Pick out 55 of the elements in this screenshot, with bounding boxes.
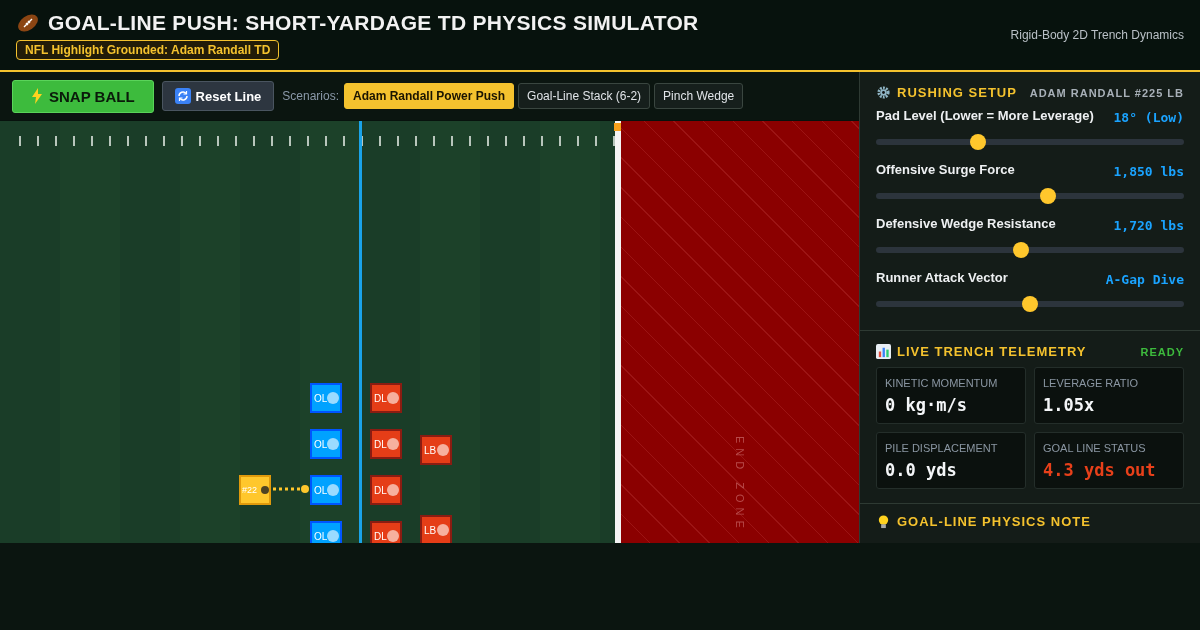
linebacker[interactable]: LB [420,515,452,543]
status-label: READY [1140,345,1184,358]
player-tag: ADAM RANDALL #225 LB [1029,86,1184,99]
defensive-lineman[interactable]: DL [370,475,402,505]
section-title: LIVE TRENCH TELEMETRY [897,344,1087,359]
scenario-button[interactable]: Adam Randall Power Push [344,83,515,109]
defensive-lineman[interactable]: DL [370,383,402,413]
metric-value: 4.3 yds out [1043,460,1157,480]
slider[interactable] [876,188,1184,204]
reset-line-button[interactable]: Reset Line [161,81,275,111]
end-zone-label: END ZONE [734,436,746,533]
section-title: GOAL-LINE PHYSICS NOTE [897,514,1091,529]
refresh-icon [174,88,191,104]
offensive-lineman[interactable]: OL [310,475,342,505]
metric-label: GOAL LINE STATUS [1043,442,1147,454]
bar-chart-icon [876,344,891,359]
run-path [273,485,309,493]
slider-reading: A-Gap Dive [1105,272,1184,287]
slider-thumb[interactable] [1022,296,1038,312]
metric-value: 0.0 yds [885,460,958,480]
scenarios-label: Scenarios: [282,89,339,103]
scenario-button[interactable]: Pinch Wedge [654,83,744,109]
scenario-button[interactable]: Goal-Line Stack (6-2) [518,83,651,109]
light-bulb-icon [876,514,891,529]
slider[interactable] [876,296,1184,312]
metric-label: LEVERAGE RATIO [1043,377,1140,389]
slider-reading: 1,720 lbs [1113,218,1184,233]
defensive-lineman[interactable]: DL [370,429,402,459]
slider[interactable] [876,242,1184,258]
highlight-badge: NFL Highlight Grounded: Adam Randall TD [16,39,280,60]
slider-reading: 18° (Low) [1113,110,1184,125]
metric-label: KINETIC MOMENTUM [885,377,999,389]
snap-ball-button[interactable]: SNAP BALL [12,79,154,113]
slider-thumb[interactable] [969,134,986,150]
slider-label: Runner Attack Vector [876,270,1008,285]
offensive-lineman[interactable]: OL [310,521,342,543]
slider-thumb[interactable] [1040,188,1057,204]
metric-value: 1.05x [1043,395,1096,415]
metric-value: 0 kg·m/s [885,395,968,415]
section-title: RUSHING SETUP [897,85,1017,100]
slider-label: Pad Level (Lower = More Leverage) [876,108,1094,123]
slider-label: Offensive Surge Force [876,162,1015,177]
linebacker[interactable]: LB [420,435,452,465]
lightning-icon [31,88,43,104]
header-subtitle: Rigid-Body 2D Trench Dynamics [1010,28,1184,42]
slider-label: Defensive Wedge Resistance [876,216,1056,231]
offensive-lineman[interactable]: OL [310,383,342,413]
metric-label: PILE DISPLACEMENT [885,442,999,454]
slider-reading: 1,850 lbs [1113,164,1184,179]
offensive-lineman[interactable]: OL [310,429,342,459]
gear-icon [876,85,891,100]
slider[interactable] [876,134,1184,150]
app-title: GOAL-LINE PUSH: SHORT-YARDAGE TD PHYSICS SIMULATOR [48,10,699,35]
slider-thumb[interactable] [1012,242,1029,258]
defensive-lineman[interactable]: DL [370,521,402,543]
